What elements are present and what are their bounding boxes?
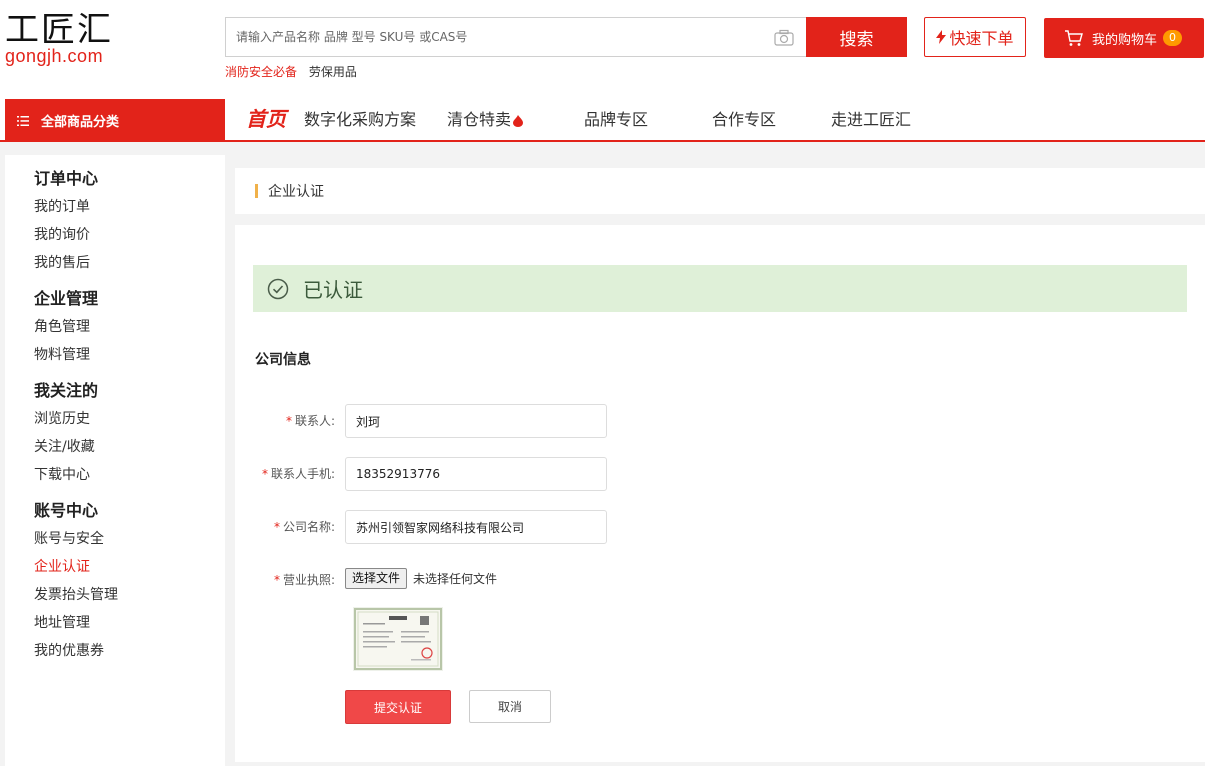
- sidebar-group-account: 账号中心: [34, 501, 99, 520]
- sidebar-group-orders: 订单中心: [34, 169, 99, 188]
- quick-order-button[interactable]: 快速下单: [924, 17, 1026, 57]
- sidebar-group-following: 我关注的: [34, 381, 99, 400]
- file-status-text: 未选择任何文件: [413, 572, 498, 586]
- main-nav: 全部商品分类 首页 数字化采购方案 清仓特卖 品牌专区 合作专区 走进工匠汇: [0, 99, 1205, 142]
- submit-auth-button[interactable]: 提交认证: [345, 690, 451, 724]
- hot-link-labor[interactable]: 劳保用品: [309, 65, 357, 79]
- required-mark: *: [273, 573, 280, 587]
- form-row-phone: * 联系人手机:: [235, 457, 735, 491]
- nav-digital-procurement[interactable]: 数字化采购方案: [304, 99, 416, 140]
- menu-icon: [17, 115, 29, 126]
- header: 工匠汇 gongjh.com 搜索 消防安全必备 劳保用品 快速下单 我的购物车…: [0, 0, 1205, 99]
- hot-link-fire[interactable]: 消防安全必备: [225, 65, 297, 79]
- choose-file-button[interactable]: 选择文件: [345, 568, 408, 589]
- company-input[interactable]: [345, 510, 607, 544]
- contact-label-text: 联系人:: [294, 414, 335, 428]
- breadcrumb: 企业认证: [235, 168, 1205, 214]
- search-box: [225, 17, 807, 57]
- phone-label-text: 联系人手机:: [270, 467, 335, 481]
- form-row-license: * 营业执照: 选择文件 未选择任何文件: [235, 568, 735, 592]
- sidebar-item-favorites[interactable]: 关注/收藏: [34, 433, 225, 461]
- sidebar-item-my-inquiries[interactable]: 我的询价: [34, 221, 225, 249]
- sidebar-item-invoice-titles[interactable]: 发票抬头管理: [34, 581, 225, 609]
- license-label: * 营业执照:: [274, 568, 335, 592]
- hot-fire-icon: [513, 114, 524, 127]
- nav-home[interactable]: 首页: [246, 99, 286, 140]
- phone-input[interactable]: [345, 457, 607, 491]
- sidebar-item-enterprise-auth[interactable]: 企业认证: [34, 553, 225, 581]
- contact-input[interactable]: [345, 404, 607, 438]
- sidebar-item-security[interactable]: 账号与安全: [34, 525, 225, 553]
- sidebar-item-after-sales[interactable]: 我的售后: [34, 249, 225, 277]
- phone-label: * 联系人手机:: [262, 457, 335, 491]
- logo[interactable]: 工匠汇 gongjh.com: [5, 10, 130, 66]
- sidebar-item-roles[interactable]: 角色管理: [34, 313, 225, 341]
- section-title-company-info: 公司信息: [255, 352, 311, 368]
- form-row-company: * 公司名称:: [235, 510, 735, 544]
- nav-clearance[interactable]: 清仓特卖: [447, 99, 524, 140]
- sidebar: 订单中心 我的订单 我的询价 我的售后 企业管理 角色管理 物料管理 我关注的 …: [5, 155, 225, 766]
- check-circle-icon: [267, 278, 289, 299]
- sidebar-item-my-orders[interactable]: 我的订单: [34, 193, 225, 221]
- sidebar-item-materials[interactable]: 物料管理: [34, 341, 225, 369]
- page-title: 企业认证: [268, 184, 324, 200]
- cart-icon: [1065, 30, 1083, 46]
- main-panel: 已认证 公司信息 *联系人: *联系人手机: *公司名称: *营业执照: 选择文…: [235, 225, 1205, 762]
- form-row-contact: * 联系人:: [235, 404, 735, 438]
- company-label: * 公司名称:: [274, 510, 335, 544]
- breadcrumb-accent-bar: [255, 184, 258, 198]
- company-label-text: 公司名称:: [282, 520, 335, 534]
- sidebar-group-enterprise: 企业管理: [34, 289, 99, 308]
- sidebar-item-addresses[interactable]: 地址管理: [34, 609, 225, 637]
- all-categories-label: 全部商品分类: [41, 115, 120, 130]
- cart-label: 我的购物车: [1092, 32, 1158, 48]
- sidebar-item-coupons[interactable]: 我的优惠券: [34, 637, 225, 665]
- search-button[interactable]: 搜索: [806, 17, 907, 57]
- sidebar-item-history[interactable]: 浏览历史: [34, 405, 225, 433]
- logo-en: gongjh.com: [5, 46, 104, 66]
- logo-cn: 工匠汇: [5, 10, 113, 50]
- nav-brands[interactable]: 品牌专区: [584, 99, 648, 140]
- nav-about[interactable]: 走进工匠汇: [831, 99, 911, 140]
- hot-links: 消防安全必备 劳保用品: [225, 63, 365, 80]
- cart-count-badge: 0: [1163, 30, 1183, 46]
- search-input[interactable]: [226, 18, 766, 56]
- license-label-text: 营业执照:: [282, 573, 335, 587]
- cart-button[interactable]: 我的购物车 0: [1044, 18, 1204, 58]
- required-mark: *: [285, 414, 292, 428]
- verified-status-banner: 已认证: [253, 265, 1187, 312]
- all-categories-button[interactable]: 全部商品分类: [5, 99, 225, 142]
- sidebar-item-downloads[interactable]: 下载中心: [34, 461, 225, 489]
- lightning-icon: [936, 30, 947, 44]
- required-mark: *: [273, 520, 280, 534]
- camera-icon[interactable]: [774, 29, 794, 46]
- cancel-button[interactable]: 取消: [469, 690, 551, 723]
- contact-label: * 联系人:: [286, 404, 335, 438]
- nav-clearance-label: 清仓特卖: [447, 110, 512, 129]
- required-mark: *: [261, 467, 268, 481]
- quick-order-label: 快速下单: [949, 29, 1014, 48]
- verified-status-text: 已认证: [303, 278, 363, 302]
- nav-cooperation[interactable]: 合作专区: [712, 99, 776, 140]
- business-license-thumbnail[interactable]: [353, 607, 443, 671]
